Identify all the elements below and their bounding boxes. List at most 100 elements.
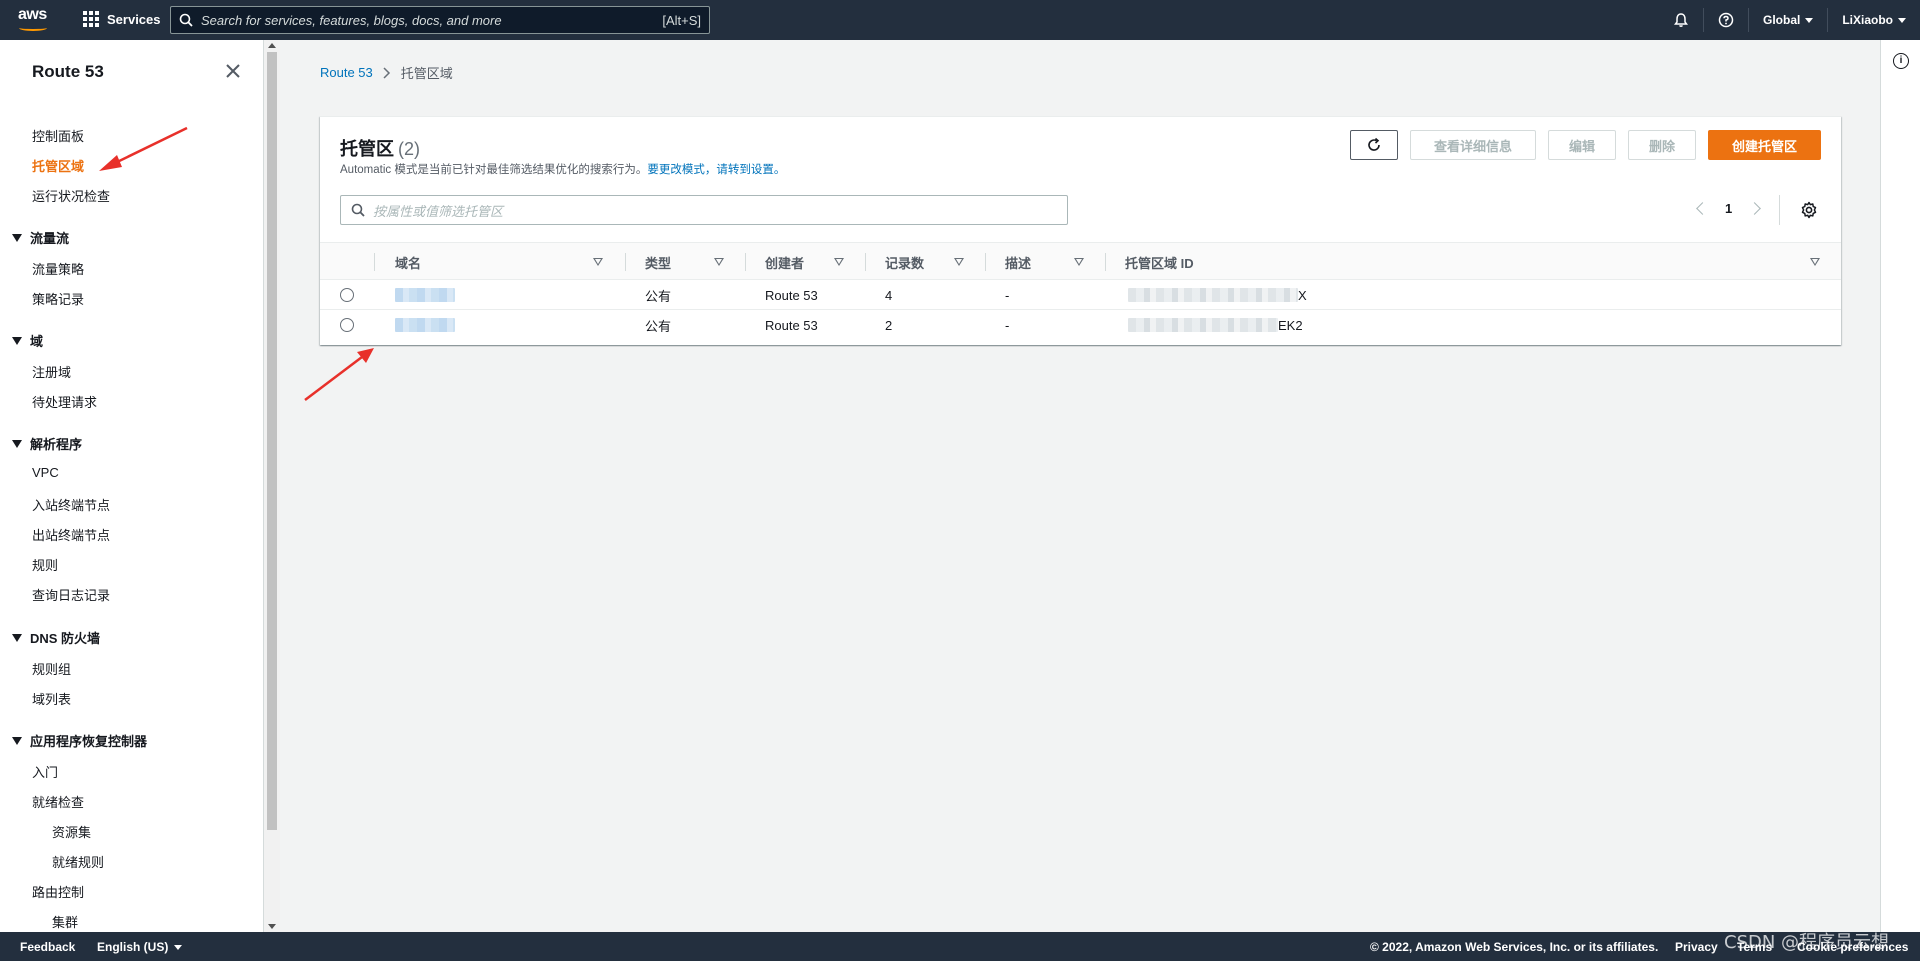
go-to-settings-link[interactable]: ，请转到设置。 bbox=[705, 164, 786, 176]
gear-icon[interactable] bbox=[1800, 201, 1818, 219]
scroll-up-icon[interactable] bbox=[268, 43, 276, 48]
column-divider bbox=[374, 253, 375, 271]
caret-down-icon bbox=[1805, 17, 1814, 23]
delete-button[interactable]: 删除 bbox=[1628, 130, 1696, 160]
user-label: LiXiaobo bbox=[1842, 13, 1893, 27]
sidebar-item-vpc[interactable]: VPC bbox=[32, 465, 59, 480]
table-row[interactable]: 公有 Route 53 4 - X bbox=[320, 280, 1841, 310]
account-menu[interactable]: LiXiaobo bbox=[1827, 8, 1920, 32]
record-count: 2 bbox=[885, 317, 893, 333]
sidebar-item-registered-domains[interactable]: 注册域 bbox=[32, 362, 71, 381]
scrollbar-thumb[interactable] bbox=[267, 52, 277, 830]
divider bbox=[1779, 195, 1780, 225]
row-select-radio[interactable] bbox=[340, 318, 354, 332]
change-mode-link[interactable]: 要更改模式 bbox=[647, 164, 705, 176]
sidebar-item-dashboard[interactable]: 控制面板 bbox=[32, 126, 84, 145]
region-label: Global bbox=[1762, 13, 1801, 27]
copyright-text: © 2022, Amazon Web Services, Inc. or its… bbox=[1370, 940, 1659, 954]
sort-icon[interactable] bbox=[1810, 258, 1820, 266]
panel-description: Automatic 模式是当前已针对最佳筛选结果优化的搜索行为。要更改模式，请转… bbox=[340, 164, 786, 176]
sidebar-item-traffic-policies[interactable]: 流量策略 bbox=[32, 259, 84, 278]
sidebar-item-rules[interactable]: 规则 bbox=[32, 555, 58, 574]
sidebar-item-clusters[interactable]: 集群 bbox=[52, 912, 78, 931]
column-header-type[interactable]: 类型 bbox=[645, 243, 671, 281]
sidebar-item-domain-lists[interactable]: 域列表 bbox=[32, 689, 71, 708]
bell-icon bbox=[1673, 13, 1688, 27]
global-search-input[interactable]: Search for services, features, blogs, do… bbox=[170, 6, 710, 34]
region-selector[interactable]: Global bbox=[1747, 8, 1827, 32]
column-divider bbox=[625, 253, 626, 271]
privacy-link[interactable]: Privacy bbox=[1675, 940, 1718, 954]
sort-icon[interactable] bbox=[834, 258, 844, 266]
pagination: 1 bbox=[1696, 201, 1762, 216]
column-header-domain[interactable]: 域名 bbox=[395, 243, 421, 281]
sidebar-scrollbar[interactable] bbox=[264, 40, 280, 932]
triangle-down-icon bbox=[12, 736, 22, 745]
sidebar-item-policy-records[interactable]: 策略记录 bbox=[32, 289, 84, 308]
sort-icon[interactable] bbox=[714, 258, 724, 266]
create-hosted-zone-button[interactable]: 创建托管区 bbox=[1708, 130, 1821, 160]
sidebar-item-routing-control[interactable]: 路由控制 bbox=[32, 882, 84, 901]
feedback-link[interactable]: Feedback bbox=[20, 940, 75, 954]
triangle-down-icon bbox=[12, 233, 22, 242]
domain-name-link[interactable] bbox=[395, 280, 455, 310]
hosted-zone-id: X bbox=[1128, 280, 1307, 310]
zone-type: 公有 bbox=[645, 288, 672, 304]
sidebar-item-readiness-rules[interactable]: 就绪规则 bbox=[52, 852, 104, 871]
sidebar-item-readiness-check[interactable]: 就绪检查 bbox=[32, 792, 84, 811]
breadcrumb: Route 53 托管区域 bbox=[320, 63, 453, 82]
sort-icon[interactable] bbox=[1074, 258, 1084, 266]
sidebar-title[interactable]: Route 53 bbox=[32, 62, 104, 82]
row-select-radio[interactable] bbox=[340, 288, 354, 302]
help-button[interactable] bbox=[1702, 8, 1748, 32]
zone-count: (2) bbox=[398, 139, 420, 159]
view-details-button[interactable]: 查看详细信息 bbox=[1410, 130, 1536, 160]
aws-smile-icon bbox=[19, 25, 47, 31]
panel-title: 托管区 (2) bbox=[340, 139, 420, 159]
chevron-right-icon bbox=[383, 66, 390, 79]
sidebar-section-traffic-flow[interactable]: 流量流 bbox=[12, 228, 69, 247]
sidebar-item-outbound-endpoints[interactable]: 出站终端节点 bbox=[32, 525, 110, 544]
search-shortcut: [Alt+S] bbox=[662, 12, 701, 28]
language-selector[interactable]: English (US) bbox=[97, 940, 183, 954]
refresh-button[interactable] bbox=[1350, 130, 1398, 160]
column-divider bbox=[865, 253, 866, 271]
sidebar-item-resource-sets[interactable]: 资源集 bbox=[52, 822, 91, 841]
column-header-created-by[interactable]: 创建者 bbox=[765, 243, 804, 281]
domain-name-link[interactable] bbox=[395, 310, 455, 340]
created-by: Route 53 bbox=[765, 287, 818, 303]
edit-button[interactable]: 编辑 bbox=[1548, 130, 1616, 160]
chevron-right-icon[interactable] bbox=[1748, 202, 1762, 215]
sort-icon[interactable] bbox=[954, 258, 964, 266]
sidebar-section-dns-firewall[interactable]: DNS 防火墙 bbox=[12, 628, 100, 647]
info-icon[interactable]: i bbox=[1893, 53, 1909, 69]
close-icon[interactable] bbox=[224, 62, 242, 80]
filter-input[interactable]: 按属性或值筛选托管区 bbox=[340, 195, 1068, 225]
column-header-description[interactable]: 描述 bbox=[1005, 243, 1031, 281]
aws-logo[interactable]: aws bbox=[18, 6, 50, 34]
refresh-icon bbox=[1368, 137, 1380, 151]
sidebar-item-health-checks[interactable]: 运行状况检查 bbox=[32, 186, 110, 205]
page-number[interactable]: 1 bbox=[1725, 201, 1732, 216]
column-header-zone-id[interactable]: 托管区域 ID bbox=[1125, 243, 1194, 281]
sidebar-section-resolver[interactable]: 解析程序 bbox=[12, 434, 82, 453]
breadcrumb-current: 托管区域 bbox=[400, 66, 453, 81]
sidebar-item-inbound-endpoints[interactable]: 入站终端节点 bbox=[32, 495, 110, 514]
sidebar-item-getting-started[interactable]: 入门 bbox=[32, 762, 58, 781]
services-menu-button[interactable]: Services bbox=[83, 11, 161, 27]
sidebar-item-hosted-zones[interactable]: 托管区域 bbox=[32, 156, 84, 175]
caret-down-icon bbox=[1898, 17, 1906, 23]
sidebar-item-query-logging[interactable]: 查询日志记录 bbox=[32, 585, 110, 604]
sidebar-item-rule-groups[interactable]: 规则组 bbox=[32, 659, 71, 678]
scroll-down-icon[interactable] bbox=[268, 924, 276, 929]
sort-icon[interactable] bbox=[593, 258, 603, 266]
chevron-left-icon[interactable] bbox=[1696, 202, 1709, 215]
sidebar-section-arc[interactable]: 应用程序恢复控制器 bbox=[12, 731, 147, 750]
footer: Feedback English (US) © 2022, Amazon Web… bbox=[0, 932, 1920, 961]
column-header-record-count[interactable]: 记录数 bbox=[885, 243, 924, 281]
sidebar-section-domains[interactable]: 域 bbox=[12, 331, 43, 350]
breadcrumb-root-link[interactable]: Route 53 bbox=[320, 65, 373, 80]
notifications-button[interactable] bbox=[1659, 8, 1703, 32]
sidebar-item-pending-requests[interactable]: 待处理请求 bbox=[32, 392, 97, 411]
table-row[interactable]: 公有 Route 53 2 - EK2 bbox=[320, 310, 1841, 340]
